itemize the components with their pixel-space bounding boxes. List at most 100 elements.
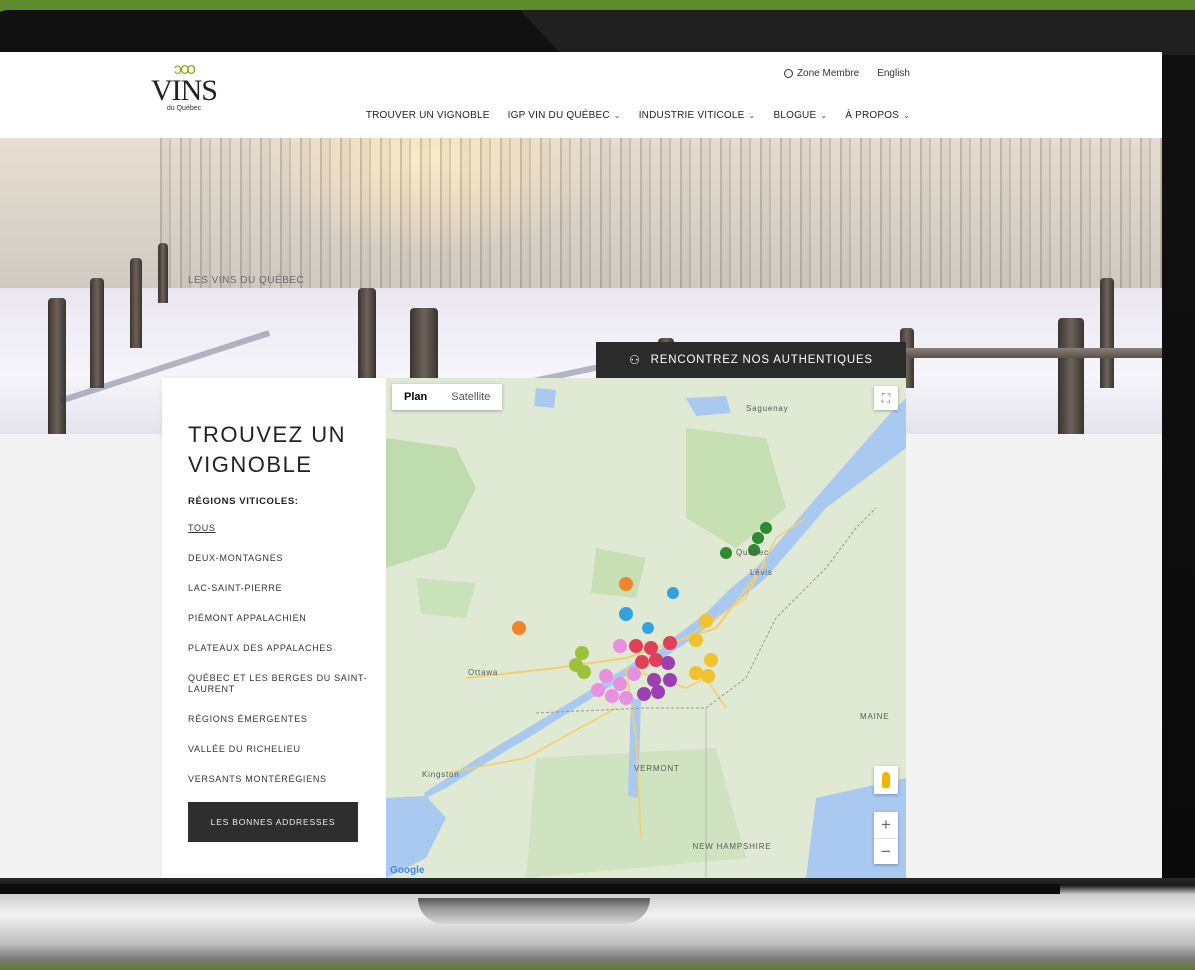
hero-forest-image — [160, 138, 1162, 288]
good-addresses-button[interactable]: LES BONNES ADDRESSES — [188, 802, 358, 842]
region-item-regions-emergentes[interactable]: RÉGIONS ÉMERGENTES — [188, 714, 378, 725]
marker[interactable] — [512, 621, 526, 635]
member-zone-label: Zone Membre — [796, 68, 860, 79]
map-canvas — [386, 388, 906, 878]
hero-post — [48, 298, 66, 434]
region-item-versants-monteregiens[interactable]: VERSANTS MONTÉRÉGIENS — [188, 774, 378, 785]
map-type-satellite-button[interactable]: Satellite — [439, 384, 502, 410]
marker[interactable] — [591, 683, 605, 697]
marker[interactable] — [613, 639, 627, 653]
marker[interactable] — [619, 607, 633, 621]
map-forest — [416, 578, 476, 618]
map-forest — [591, 548, 646, 598]
marker[interactable] — [577, 665, 591, 679]
nav-blog[interactable]: BLOGUE ⌄ — [773, 110, 827, 121]
cta-label: RENCONTREZ NOS AUTHENTIQUES — [650, 354, 873, 366]
language-link[interactable]: English — [877, 68, 910, 79]
marker[interactable] — [752, 532, 764, 544]
marker[interactable] — [605, 689, 619, 703]
nav-igp[interactable]: IGP VIN DU QUÉBEC ⌄ — [508, 110, 621, 121]
nav-label: TROUVER UN VIGNOBLE — [365, 110, 490, 121]
region-list: TOUS DEUX-MONTAGNES LAC-SAINT-PIERRE PIÉ… — [188, 523, 378, 804]
region-item-deux-montagnes[interactable]: DEUX-MONTAGNES — [188, 553, 378, 564]
main-nav: TROUVER UN VIGNOBLE IGP VIN DU QUÉBEC ⌄ … — [366, 110, 910, 121]
finder-title: TROUVEZ UN VIGNOBLE — [188, 422, 346, 477]
marker[interactable] — [627, 667, 641, 681]
marker[interactable] — [619, 577, 633, 591]
map-label-levis: Lévis — [750, 568, 773, 577]
zoom-out-button[interactable]: − — [874, 838, 898, 864]
laptop-hinge — [0, 884, 1060, 894]
vineyard-map[interactable]: Ottawa VERMONT MAINE NEW HAMPSHIRE Kings… — [386, 378, 906, 878]
marker[interactable] — [699, 614, 713, 628]
marker[interactable] — [667, 587, 679, 599]
chevron-down-icon: ⌄ — [820, 111, 828, 120]
marker[interactable] — [720, 547, 732, 559]
nav-label: BLOGUE — [773, 110, 817, 121]
marker[interactable] — [619, 691, 633, 705]
member-zone-link[interactable]: Zone Membre — [783, 68, 860, 79]
marker[interactable] — [689, 633, 703, 647]
fullscreen-icon[interactable]: ⛶ — [874, 386, 898, 410]
map-lake — [534, 388, 556, 408]
marker[interactable] — [642, 622, 654, 634]
marker[interactable] — [613, 677, 627, 691]
browser-screen: ɔꝏ VINS du Québec Zone Membre English TR… — [0, 52, 1162, 878]
people-icon: ⚇ — [629, 353, 641, 367]
street-view-pegman-icon[interactable] — [874, 766, 898, 794]
hero-rail — [900, 348, 1162, 358]
nav-industry[interactable]: INDUSTRIE VITICOLE ⌄ — [639, 110, 756, 121]
marker[interactable] — [649, 653, 663, 667]
regions-label: RÉGIONS VITICOLES: — [188, 496, 299, 507]
region-item-lac-saint-pierre[interactable]: LAC-SAINT-PIERRE — [188, 583, 378, 594]
nav-about[interactable]: À PROPOS ⌄ — [845, 110, 910, 121]
marker[interactable] — [647, 673, 661, 687]
map-label-maine: MAINE — [860, 712, 890, 721]
laptop-notch — [418, 898, 650, 924]
hero-post — [130, 258, 142, 348]
meet-authentics-button[interactable]: ⚇ RENCONTREZ NOS AUTHENTIQUES — [596, 342, 906, 378]
region-item-piemont-appalachien[interactable]: PIÉMONT APPALACHIEN — [188, 613, 378, 624]
marker[interactable] — [663, 636, 677, 650]
hero-post — [1058, 318, 1084, 434]
map-label-new-hampshire: NEW HAMPSHIRE — [692, 842, 772, 851]
marker[interactable] — [637, 687, 651, 701]
map-markers — [512, 522, 772, 705]
marker[interactable] — [689, 666, 703, 680]
region-item-quebec-berges[interactable]: QUÉBEC ET LES BERGES DU SAINT-LAURENT — [188, 673, 378, 695]
marker[interactable] — [701, 669, 715, 683]
nav-label: INDUSTRIE VITICOLE — [638, 110, 745, 121]
logo-text: VINS — [150, 74, 218, 107]
map-label-kingston: Kingston — [422, 770, 460, 779]
region-item-tous[interactable]: TOUS — [188, 523, 378, 534]
map-lake — [686, 396, 731, 416]
map-type-plan-button[interactable]: Plan — [392, 384, 439, 410]
marker[interactable] — [575, 646, 589, 660]
map-label-vermont: VERMONT — [634, 764, 680, 773]
nav-find-vineyard[interactable]: TROUVER UN VIGNOBLE — [366, 110, 490, 121]
site-logo[interactable]: ɔꝏ VINS du Québec — [144, 62, 224, 128]
region-item-plateaux-des-appalaches[interactable]: PLATEAUX DES APPALACHES — [188, 643, 378, 654]
laptop-lid-glare — [520, 10, 1195, 55]
globe-icon — [783, 69, 793, 78]
marker[interactable] — [635, 655, 649, 669]
marker[interactable] — [651, 685, 665, 699]
pegman-figure — [882, 772, 890, 788]
nav-label: À PROPOS — [845, 110, 900, 121]
region-item-vallee-du-richelieu[interactable]: VALLÉE DU RICHELIEU — [188, 744, 378, 755]
hero-label: LES VINS DU QUÉBEC — [188, 275, 305, 286]
marker[interactable] — [629, 639, 643, 653]
map-label-ottawa: Ottawa — [468, 668, 499, 677]
nav-label: IGP VIN DU QUÉBEC — [507, 110, 610, 121]
marker[interactable] — [704, 653, 718, 667]
marker[interactable] — [644, 641, 658, 655]
map-forest — [386, 438, 476, 568]
hero-post — [1100, 278, 1114, 388]
marker[interactable] — [661, 656, 675, 670]
marker[interactable] — [663, 673, 677, 687]
vineyard-finder-panel: TROUVEZ UN VIGNOBLE RÉGIONS VITICOLES: T… — [162, 378, 386, 878]
marker[interactable] — [599, 669, 613, 683]
zoom-in-button[interactable]: + — [874, 812, 898, 838]
site-header: ɔꝏ VINS du Québec Zone Membre English TR… — [0, 52, 1162, 138]
marker[interactable] — [760, 522, 772, 534]
